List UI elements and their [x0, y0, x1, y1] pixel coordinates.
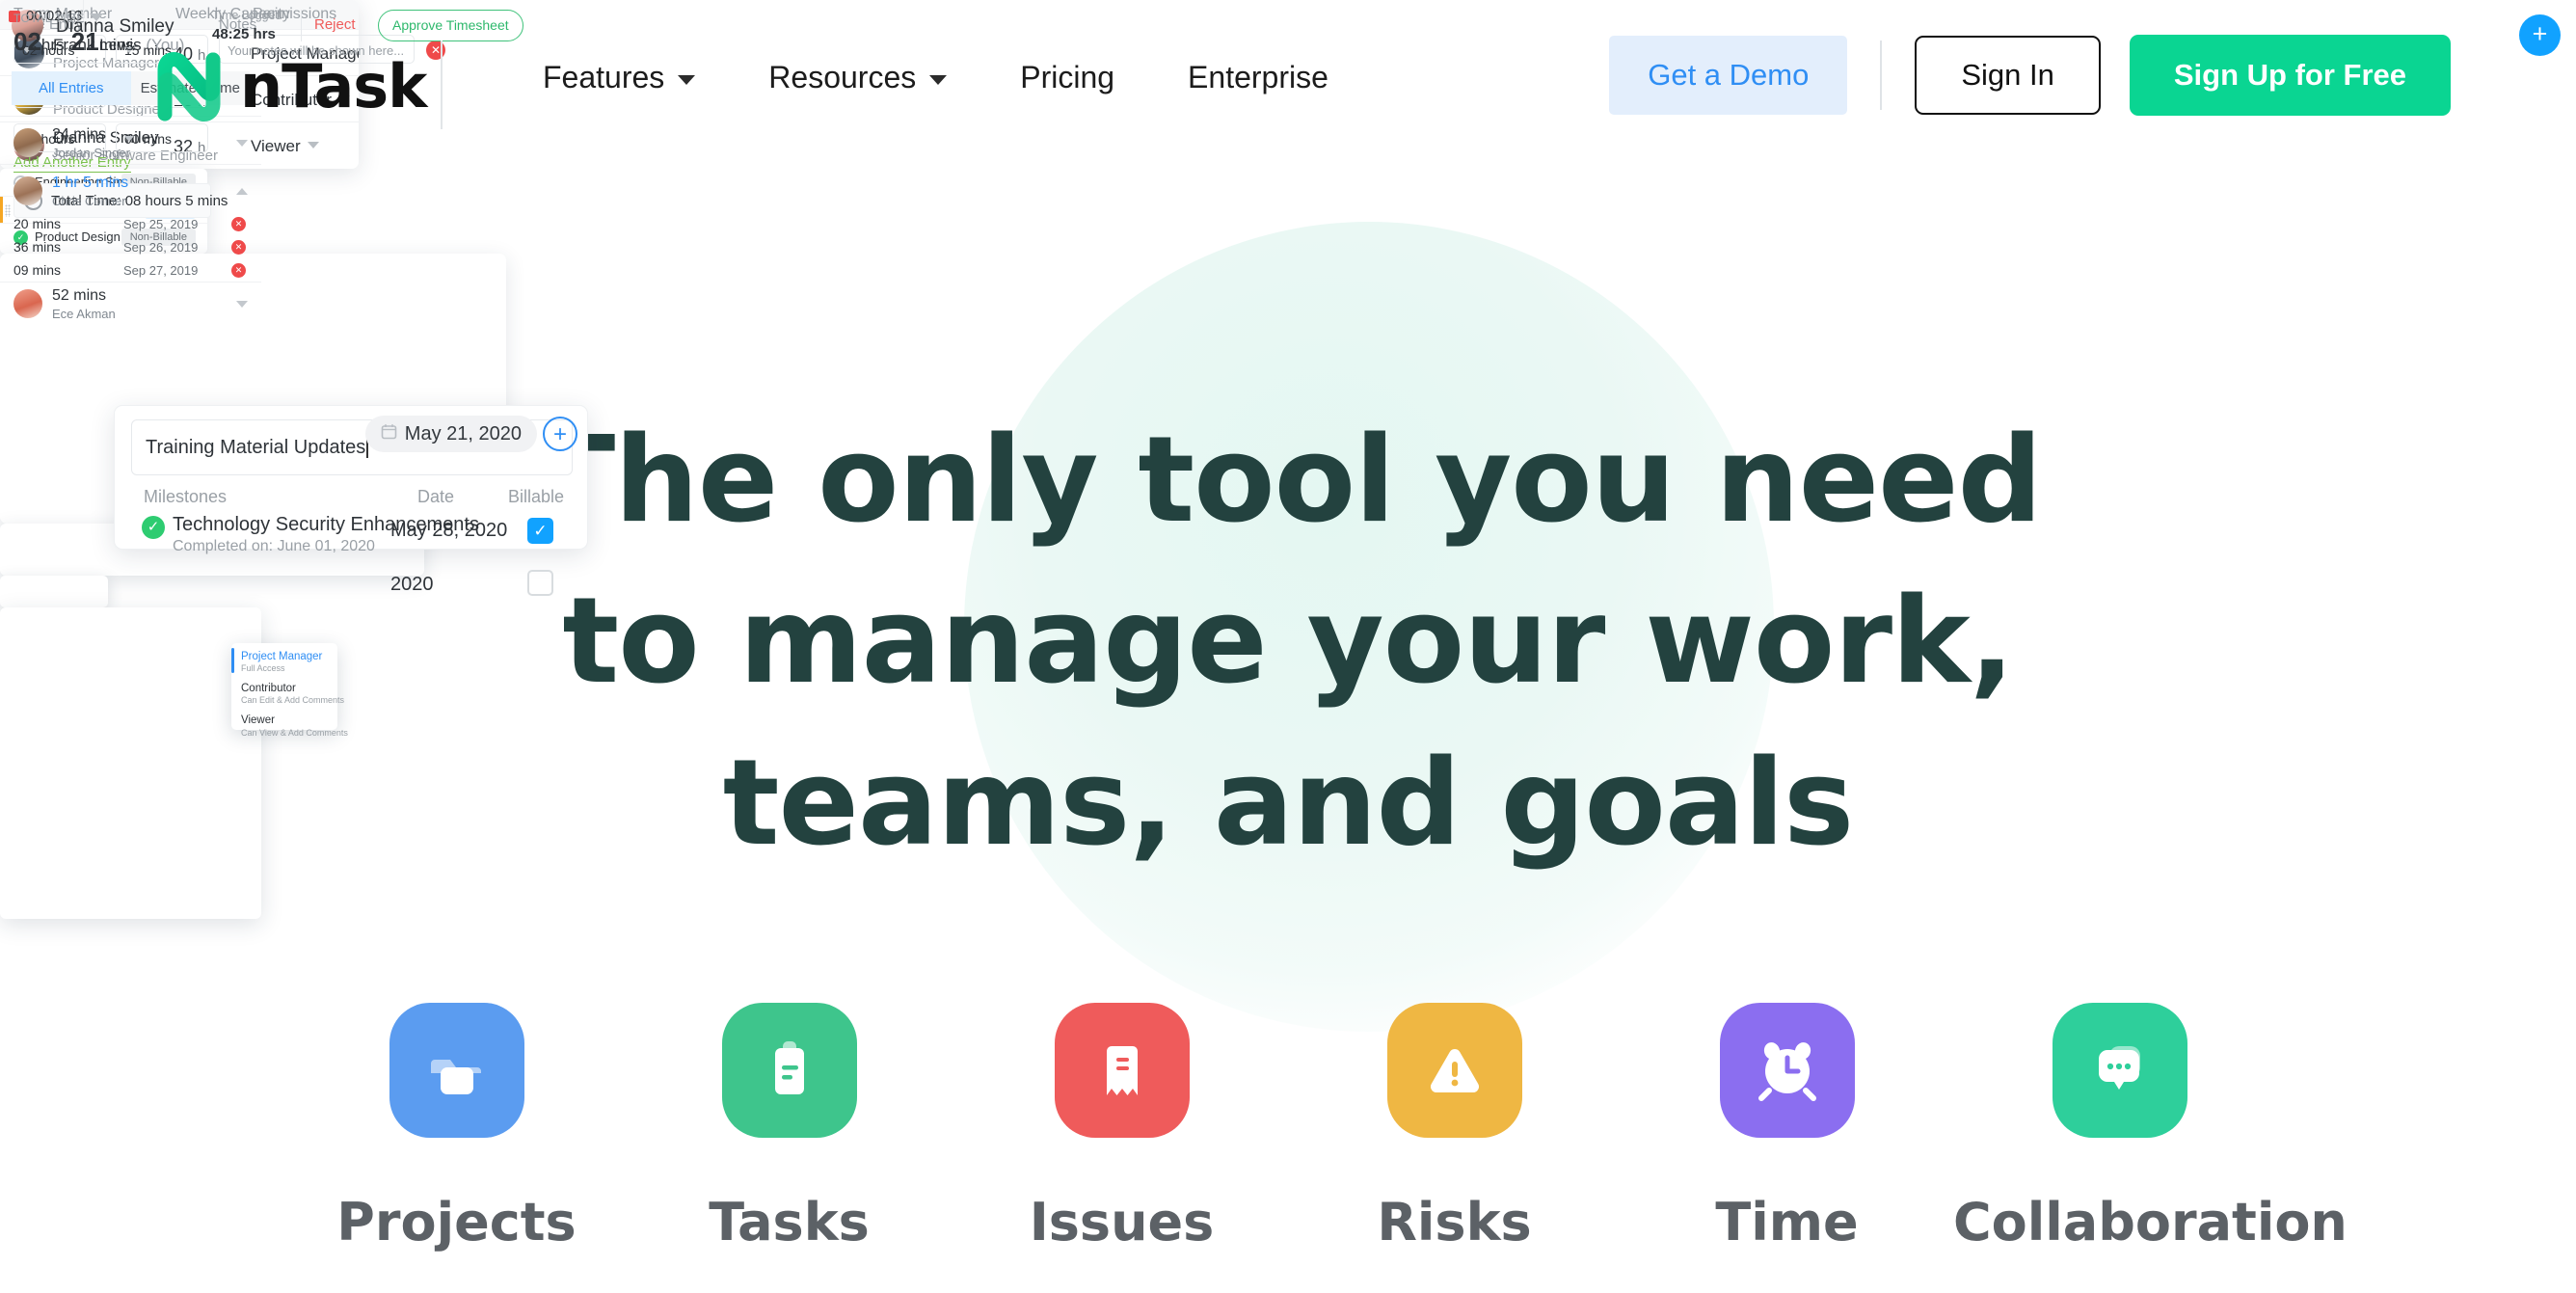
- calendar-icon: [381, 423, 397, 444]
- milestone-billable-checkbox[interactable]: ✓: [527, 518, 553, 544]
- feature-time[interactable]: Time: [1621, 1003, 1953, 1253]
- feature-list: Projects Tasks Issues Risks Time Collabo…: [0, 1003, 2576, 1253]
- nav-label-resources: Resources: [768, 60, 917, 94]
- header-divider: [441, 40, 443, 129]
- feature-projects[interactable]: Projects: [290, 1003, 623, 1253]
- header-actions: Get a Demo Sign In Sign Up for Free: [1609, 35, 2451, 116]
- feature-tile: [721, 1003, 857, 1138]
- feature-tile: [1054, 1003, 1190, 1138]
- menu-item-title: Viewer: [241, 714, 275, 727]
- column-date: Date: [417, 487, 455, 506]
- feature-issues[interactable]: Issues: [955, 1003, 1288, 1253]
- menu-item-title: Project Manager: [241, 651, 323, 662]
- menu-item-subtitle: Can View & Add Comments: [241, 727, 348, 738]
- milestone-billable-checkbox-2[interactable]: [527, 570, 553, 596]
- check-circle-icon: ✓: [142, 516, 165, 539]
- milestones-card: Training Material Updates May 21, 2020 +…: [114, 405, 588, 596]
- hero-line-1: The only tool you need: [534, 412, 2042, 550]
- column-billable: Billable: [508, 487, 565, 506]
- chevron-down-icon: [678, 75, 696, 85]
- feature-label: Issues: [1029, 1192, 1215, 1253]
- feature-label: Projects: [336, 1192, 577, 1253]
- ntask-logo-icon: [151, 48, 227, 123]
- actions-divider: [1880, 40, 1883, 110]
- menu-item-project-manager[interactable]: Project Manager Full Access: [241, 650, 337, 675]
- hero-line-2: to manage your work,: [562, 573, 2014, 712]
- menu-item-subtitle: Can Edit & Add Comments: [241, 695, 345, 706]
- feature-tile: [2052, 1003, 2187, 1138]
- landing-page: nTask Features Resources Pricing Enterpr…: [0, 0, 2576, 1293]
- site-header: nTask Features Resources Pricing Enterpr…: [0, 0, 2576, 183]
- feature-tasks[interactable]: Tasks: [623, 1003, 955, 1253]
- milestone-date-2: 2020: [390, 574, 434, 595]
- project-title-value: Training Material Updates: [146, 436, 366, 458]
- nav-item-resources[interactable]: Resources: [732, 60, 983, 95]
- menu-item-contributor[interactable]: Contributor Can Edit & Add Comments: [241, 682, 345, 707]
- selected-indicator: [231, 648, 234, 673]
- permissions-dropdown-menu: Project Manager Full Access Contributor …: [231, 643, 348, 738]
- nav-label-features: Features: [543, 60, 665, 94]
- column-milestones: Milestones: [144, 487, 228, 506]
- feature-tile: [1719, 1003, 1855, 1138]
- date-picker-value: May 21, 2020: [404, 422, 522, 444]
- get-a-demo-button[interactable]: Get a Demo: [1609, 36, 1848, 115]
- menu-item-viewer[interactable]: Viewer Can View & Add Comments: [241, 714, 348, 739]
- feature-label: Time: [1715, 1192, 1859, 1253]
- sign-up-button[interactable]: Sign Up for Free: [2129, 35, 2451, 116]
- date-picker[interactable]: May 21, 2020: [364, 416, 537, 452]
- milestone-completed-on: Completed on: June 01, 2020: [173, 538, 375, 554]
- nav-item-enterprise[interactable]: Enterprise: [1151, 60, 1365, 95]
- nav-label-pricing: Pricing: [1020, 60, 1115, 94]
- feature-label: Collaboration: [1953, 1192, 2348, 1253]
- sign-in-button[interactable]: Sign In: [1915, 36, 2101, 115]
- main-nav: Features Resources Pricing Enterprise: [506, 60, 1365, 95]
- menu-item-title: Contributor: [241, 683, 296, 695]
- feature-label: Risks: [1377, 1192, 1532, 1253]
- nav-label-enterprise: Enterprise: [1188, 60, 1328, 94]
- menu-item-subtitle: Full Access: [241, 663, 285, 674]
- add-milestone-button[interactable]: +: [543, 417, 577, 451]
- feature-risks[interactable]: Risks: [1288, 1003, 1621, 1253]
- nav-item-pricing[interactable]: Pricing: [983, 60, 1151, 95]
- feature-collaboration[interactable]: Collaboration: [1953, 1003, 2348, 1253]
- nav-item-features[interactable]: Features: [506, 60, 732, 95]
- feature-label: Tasks: [709, 1192, 870, 1253]
- chevron-down-icon: [929, 75, 948, 85]
- logo-text: nTask: [240, 50, 427, 121]
- hero-line-3: teams, and goals: [722, 734, 1854, 873]
- milestone-date: May 28, 2020: [390, 520, 508, 541]
- milestones-table-header: Milestones Date Billable: [144, 487, 568, 507]
- feature-tile: [389, 1003, 524, 1138]
- feature-tile: [1386, 1003, 1522, 1138]
- logo[interactable]: nTask: [151, 48, 427, 123]
